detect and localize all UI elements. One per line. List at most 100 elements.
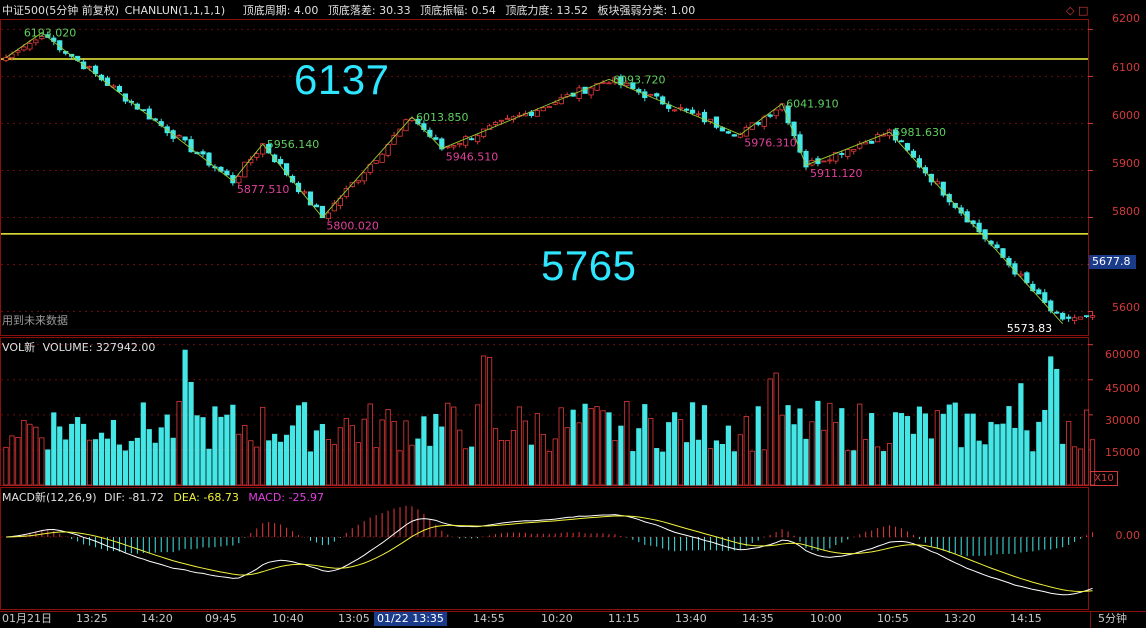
pivot-label: 5946.510 [446,151,499,164]
volume-bar [731,451,737,486]
volume-bar [886,443,893,486]
chart-stage[interactable]: 6193.020 5877.510 5956.140 5800.020 6013.850… [0,0,1146,628]
volume-bar [785,405,791,486]
volume-bar [397,450,403,486]
pivot-label: 5877.510 [237,183,289,196]
volume-bar [45,449,51,486]
volume-value: VOLUME: 327942.00 [42,341,156,354]
candle-body [713,116,720,128]
chart-header: 中证500(5分钟 前复权) CHANLUN(1,1,1,1) 顶底周期: 4.… [2,3,701,19]
volume-bar [33,426,39,486]
time-label: 09:45 [205,612,237,625]
volume-bar [880,451,887,486]
volume-bar [916,406,923,486]
volume-bar [940,413,946,486]
volume-bar [331,444,337,486]
volume-bar [749,450,755,486]
volume-bar [928,438,934,486]
volume-bar [146,429,152,486]
pivot-label: 6041.910 [786,98,839,111]
volume-scale-badge[interactable]: X10 [1090,471,1118,486]
candle-body [731,134,737,137]
macd-dif-line [5,514,1093,596]
volume-bar [546,450,552,486]
volume-bar [134,437,140,486]
sector-class: 板块强弱分类: 1.00 [597,4,696,17]
volume-bar [63,439,69,486]
volume-bar [194,415,200,486]
candle-body [21,46,27,51]
volume-bar [648,417,654,486]
volume-bar [594,406,600,486]
candle-body [200,151,206,155]
pivot-label: 6013.850 [416,111,469,124]
pivot-label: 5573.83 [1007,322,1052,335]
pivot-label: 5956.140 [267,138,320,151]
candle-body [475,135,481,143]
period-selector[interactable]: 5分钟 [1098,612,1127,626]
volume-bar [260,406,266,486]
candle-body [606,82,612,85]
volume-bar [272,433,278,486]
volume-label[interactable]: VOL新 [2,341,35,354]
time-label: 10:00 [810,612,842,625]
volume-bar [683,442,690,486]
candle-body [534,110,540,117]
volume-bar [857,403,863,486]
volume-bar [57,426,63,486]
macd-pane[interactable] [1,505,1094,596]
volume-bar [773,372,779,486]
candle-body [469,138,475,141]
volume-bar [809,421,815,486]
candle-body [958,207,964,214]
volume-bar [522,420,528,486]
macd-dea-line [5,515,1093,593]
index-name[interactable]: 中证500(5分钟 前复权) [2,4,119,17]
candle-body [1089,315,1096,318]
volume-tick: 60000 [1105,348,1140,361]
volume-bar [480,355,487,486]
time-label: 14:15 [1010,612,1042,625]
level-high-label: 6137 [294,56,390,103]
volume-bar [307,451,314,486]
volume-bar [110,419,117,486]
candle-body [260,143,266,155]
volume-bar [439,426,445,486]
volume-bar [624,401,630,486]
volume-bar [367,403,373,486]
volume-tick: 45000 [1105,382,1140,395]
candle-body [361,172,367,182]
pivot-label: 6193.020 [24,27,77,40]
time-label: 01月21日 [2,612,52,625]
candle-body [325,212,331,220]
candle-body [1024,272,1030,284]
candle-body [773,109,779,117]
volume-bar [898,413,905,486]
indicator-name[interactable]: CHANLUN(1,1,1,1) [125,4,226,17]
price-tick: 5900 [1112,157,1140,170]
candle-body [1083,315,1090,318]
pivot-label: 5911.120 [810,167,863,180]
candle-body [869,140,875,144]
candle-body [845,149,851,157]
volume-bar [576,422,582,486]
volume-bar [1024,430,1030,486]
volume-bar [140,402,146,486]
candle-body [683,108,690,111]
time-label: 10:55 [877,612,909,625]
candle-body [504,117,511,120]
volume-bar [182,349,188,486]
volume-bar [254,446,260,486]
future-data-note: 用到未来数据 [2,314,68,327]
volume-bar [875,446,881,486]
candle-body [355,179,361,183]
volume-bar [212,406,218,486]
corner-icons[interactable]: ◇ □ [1066,3,1088,19]
macd-label[interactable]: MACD新(12,26,9) [2,491,97,504]
volume-bar [15,436,21,486]
volume-bar [540,433,546,486]
volume-bar [1083,409,1090,486]
volume-pane[interactable] [1,344,1096,486]
volume-bar [1006,406,1012,486]
volume-bar [463,448,469,486]
